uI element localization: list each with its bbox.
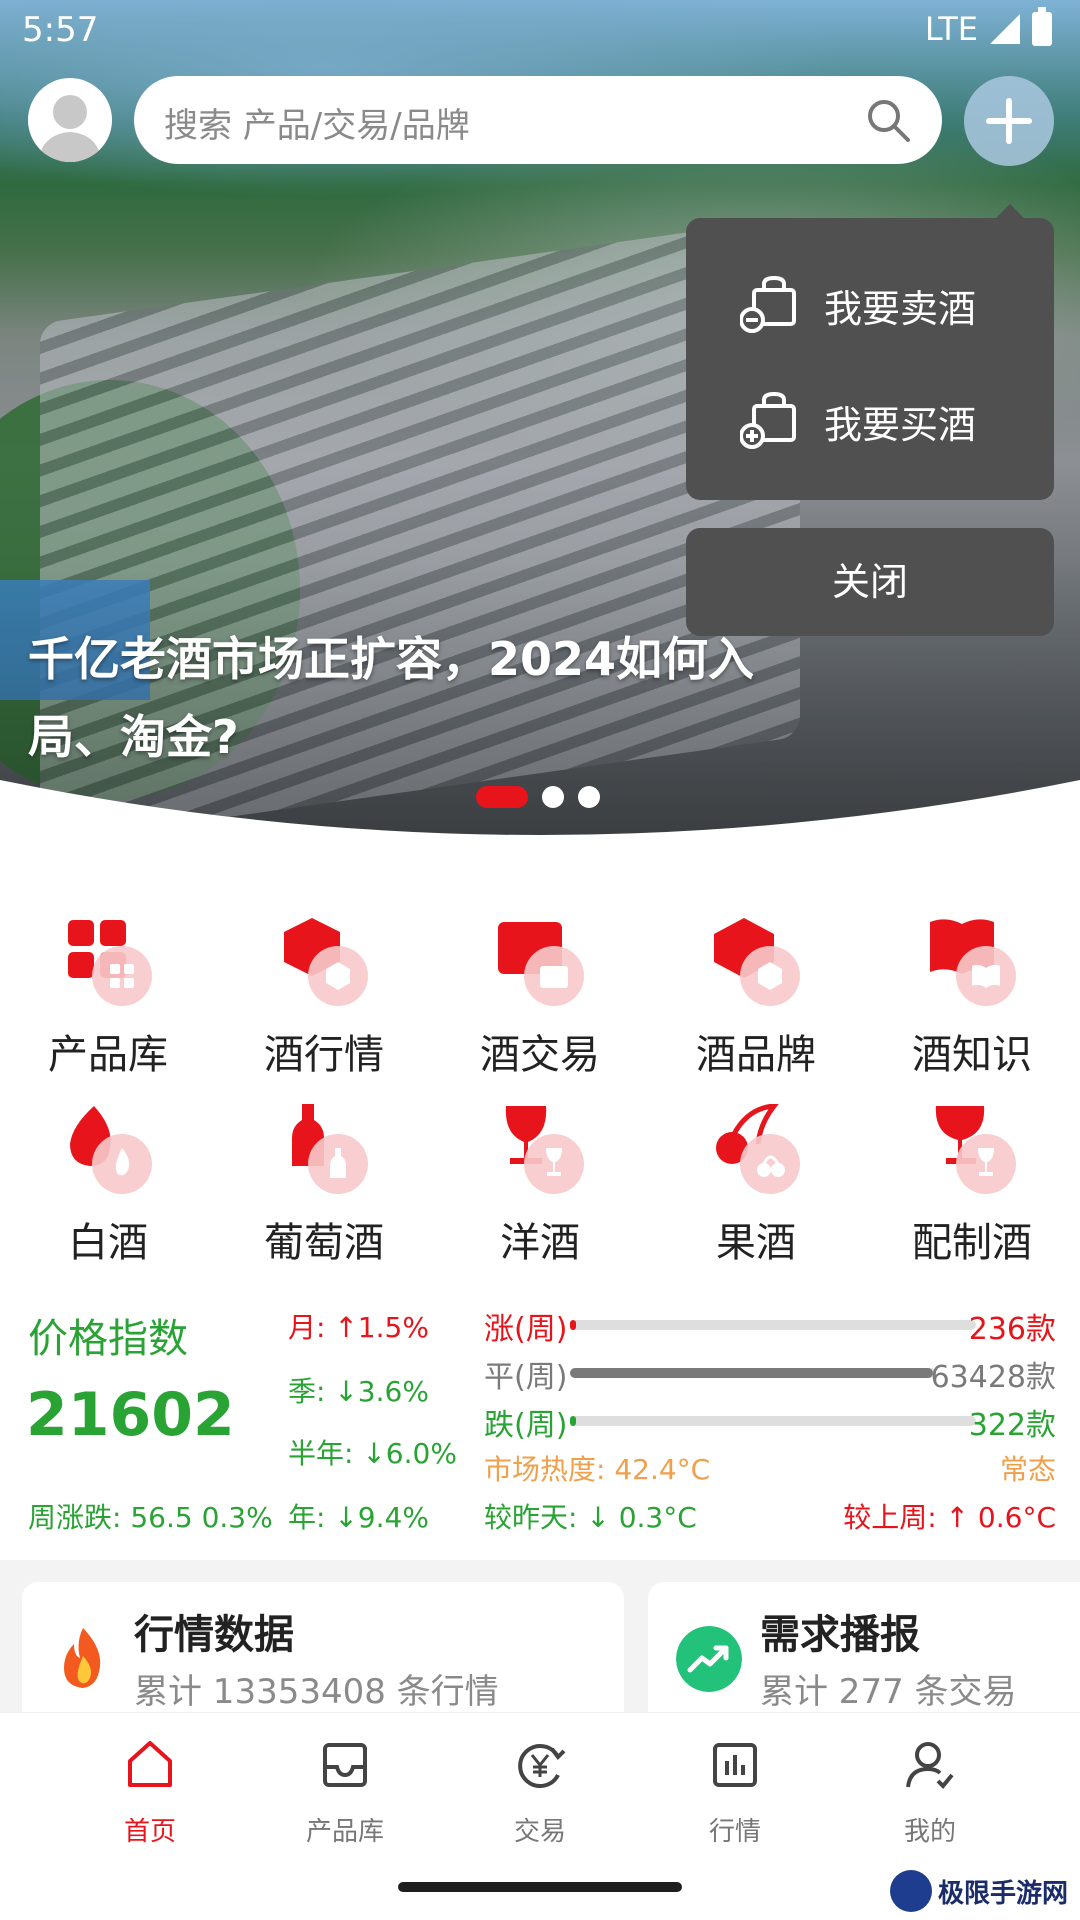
weekly-change: 周涨跌: 56.5 0.3% <box>28 1501 273 1534</box>
watermark: 极限手游网 <box>890 1870 1068 1912</box>
menu-item-sell[interactable]: 我要卖酒 <box>686 248 1054 358</box>
market-heat: 市场热度: 42.4°C <box>484 1453 711 1486</box>
flat-bar <box>570 1368 936 1378</box>
monthly-change: 月: ↑1.5% <box>288 1311 429 1344</box>
vs-last-week: 较上周: ↑ 0.6°C <box>843 1501 1056 1534</box>
yearly-change: 年: ↓9.4% <box>288 1501 429 1534</box>
home-icon <box>128 1741 172 1787</box>
watermark-text: 极限手游网 <box>938 1878 1069 1909</box>
category-baijiu[interactable]: 白酒 <box>0 1048 216 1266</box>
close-button[interactable]: 关闭 <box>686 528 1054 636</box>
nav-market[interactable]: 行情 <box>635 1737 835 1848</box>
demand-card[interactable]: 需求播报 累计 277 条交易 <box>648 1582 1080 1712</box>
card-title: 行情数据 <box>134 1612 294 1658</box>
search-input[interactable]: 搜索 产品/交易/品牌 <box>164 98 470 147</box>
stats-cards: 行情数据 累计 13353408 条行情 需求播报 累计 277 条交易 <box>0 1560 1080 1712</box>
nav-home[interactable]: 首页 <box>50 1737 250 1848</box>
yen-wallet-icon <box>498 922 584 1006</box>
nav-label: 我的 <box>903 1817 956 1847</box>
market-hexagon-icon <box>284 918 368 1006</box>
flat-bar-fill <box>570 1368 933 1378</box>
chart-icon <box>713 1743 757 1787</box>
fire-icon <box>64 1628 101 1688</box>
banner-title[interactable]: 千亿老酒市场正扩容，2024如何入局、淘金? <box>28 620 788 776</box>
nav-label: 产品库 <box>305 1817 384 1847</box>
category-market[interactable]: 酒行情 <box>216 860 432 1078</box>
fall-label: 跌(周) <box>484 1408 568 1443</box>
status-indicators: LTE <box>924 7 1052 48</box>
search-bar[interactable]: 搜索 产品/交易/品牌 <box>134 76 942 164</box>
fall-bar-fill <box>570 1416 577 1426</box>
category-fruit[interactable]: 果酒 <box>648 1048 864 1266</box>
rise-label: 涨(周) <box>484 1312 568 1347</box>
brand-cube-icon <box>714 918 800 1006</box>
nav-trade[interactable]: 交易 <box>440 1737 640 1848</box>
flat-label: 平(周) <box>484 1360 568 1395</box>
plus-icon <box>986 98 1032 144</box>
bottle-icon <box>292 1104 368 1194</box>
flame-icon <box>70 1106 152 1194</box>
price-index-title: 价格指数 <box>28 1316 188 1362</box>
category-brand[interactable]: 酒品牌 <box>648 860 864 1078</box>
card-subtitle: 累计 13353408 条行情 <box>134 1672 499 1712</box>
action-popup-menu: 我要卖酒 我要买酒 <box>686 218 1054 500</box>
menu-item-sell-label: 我要卖酒 <box>824 287 977 331</box>
price-index-value: 21602 <box>26 1380 235 1450</box>
fall-count: 322款 <box>968 1408 1056 1443</box>
avatar[interactable] <box>28 78 112 162</box>
rise-count: 236款 <box>968 1312 1056 1347</box>
watermark-logo-icon <box>890 1870 932 1912</box>
half-year-change: 半年: ↓6.0% <box>288 1437 457 1470</box>
category-knowledge[interactable]: 酒知识 <box>864 860 1080 1078</box>
status-time: 5:57 <box>22 10 99 50</box>
category-foreign[interactable]: 洋酒 <box>432 1048 648 1266</box>
card-title: 需求播报 <box>760 1612 920 1658</box>
network-label: LTE <box>924 10 978 48</box>
rise-bar-fill <box>570 1320 577 1330</box>
flat-row: 平(周) 63428款 <box>484 1352 1056 1395</box>
nav-label: 行情 <box>708 1817 761 1847</box>
add-button[interactable] <box>964 76 1054 166</box>
category-wine[interactable]: 葡萄酒 <box>216 1048 432 1266</box>
status-bar: 5:57 LTE <box>0 0 1080 64</box>
vs-yesterday: 较昨天: ↓ 0.3°C <box>484 1501 697 1534</box>
wine-glass-icon <box>935 1106 1016 1194</box>
category-product-library[interactable]: 产品库 <box>0 860 216 1078</box>
card-subtitle: 累计 277 条交易 <box>760 1672 1017 1712</box>
home-indicator[interactable] <box>398 1882 682 1892</box>
brandy-glass-icon <box>505 1106 584 1194</box>
trend-up-icon <box>676 1626 742 1692</box>
fall-bar <box>570 1416 976 1426</box>
buy-bag-icon <box>740 391 796 449</box>
rise-bar <box>570 1320 976 1330</box>
flat-count: 63428款 <box>930 1360 1056 1395</box>
yen-exchange-icon <box>518 1744 566 1788</box>
price-index-panel[interactable]: 价格指数 21602 周涨跌: 56.5 0.3% 月: ↑1.5% 季: ↓3… <box>0 1260 1080 1560</box>
market-data-card[interactable]: 行情数据 累计 13353408 条行情 <box>22 1582 624 1712</box>
category-mixed[interactable]: 配制酒 <box>864 1048 1080 1266</box>
inbox-icon <box>323 1743 367 1787</box>
menu-item-buy-label: 我要买酒 <box>824 403 977 447</box>
nav-label: 交易 <box>513 1817 566 1847</box>
book-icon <box>930 919 1016 1006</box>
cherry-icon <box>716 1104 800 1194</box>
battery-icon <box>1032 7 1052 46</box>
rise-row: 涨(周) 236款 <box>484 1304 1056 1347</box>
nav-product-library[interactable]: 产品库 <box>245 1737 445 1848</box>
category-trade[interactable]: 酒交易 <box>432 860 648 1078</box>
quarterly-change: 季: ↓3.6% <box>288 1375 429 1408</box>
nav-label: 首页 <box>123 1817 176 1847</box>
user-icon <box>906 1742 954 1789</box>
popup-arrow <box>996 204 1024 218</box>
user-avatar-icon <box>38 95 102 162</box>
category-grid: 产品库 酒行情 酒交易 酒品牌 酒知识 白酒 葡萄酒 洋酒 果酒 配制酒 <box>0 840 1080 1266</box>
fall-row: 跌(周) 322款 <box>484 1400 1056 1443</box>
sell-bag-icon <box>740 275 796 333</box>
signal-icon <box>990 14 1020 44</box>
nav-profile[interactable]: 我的 <box>830 1737 1030 1848</box>
search-icon[interactable] <box>864 96 912 144</box>
grid-icon <box>68 920 152 1006</box>
menu-item-buy[interactable]: 我要买酒 <box>686 364 1054 474</box>
market-heat-state: 常态 <box>999 1453 1056 1486</box>
